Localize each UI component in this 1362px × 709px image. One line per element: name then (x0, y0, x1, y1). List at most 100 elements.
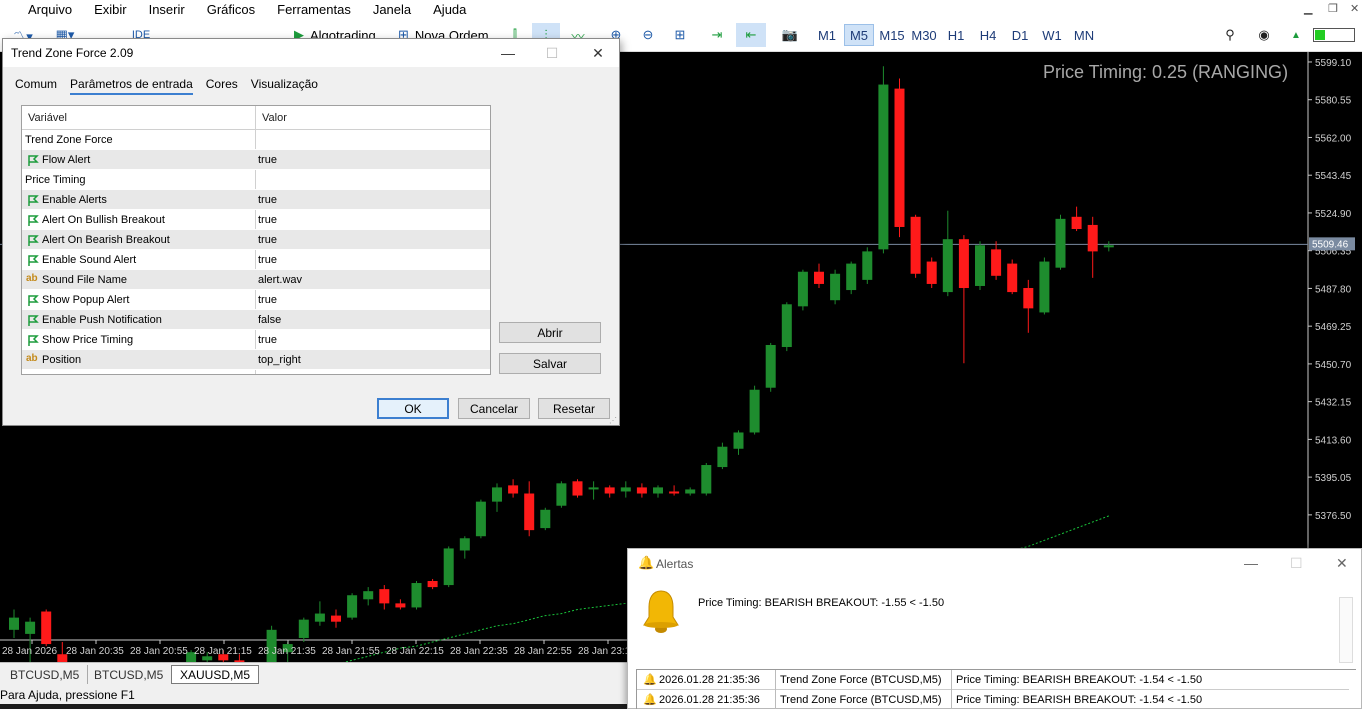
open-button[interactable]: Abrir (499, 322, 601, 343)
parameter-name: Flow Alert (42, 154, 91, 166)
timeframe-mn[interactable]: MN (1069, 24, 1099, 46)
menu-arquivo[interactable]: Arquivo (0, 0, 83, 19)
boolean-param-icon (26, 233, 40, 247)
current-price-label: 5509.46 (1312, 239, 1349, 250)
column-divider (775, 670, 776, 690)
candle-body (9, 617, 19, 630)
large-bell-icon (640, 587, 682, 637)
alert-message: Price Timing: BEARISH BREAKOUT: -1.54 < … (956, 674, 1203, 686)
resize-grip-icon[interactable]: ⋰ (609, 416, 617, 425)
alerts-minimize-icon[interactable]: — (1244, 555, 1258, 571)
search-icon[interactable]: ⚲ (1218, 23, 1242, 47)
chart-tab-btcusd-1[interactable]: BTCUSD,M5 (2, 665, 89, 684)
boolean-param-icon (26, 313, 40, 327)
parameter-value[interactable]: true (258, 214, 277, 226)
parameter-row[interactable]: ab Position top_right (22, 350, 490, 370)
parameter-row[interactable]: Enable Sound Alert true (22, 250, 490, 270)
account-icon[interactable]: ◉ (1252, 23, 1276, 47)
candle-body (894, 88, 905, 227)
column-divider (951, 670, 952, 690)
save-button[interactable]: Salvar (499, 353, 601, 374)
reset-button[interactable]: Resetar (538, 398, 610, 419)
boolean-param-icon (26, 293, 40, 307)
menu-graficos[interactable]: Gráficos (196, 0, 266, 19)
candle-body (411, 583, 422, 608)
chart-shift-icon[interactable]: ⇤ (736, 23, 766, 47)
parameter-value[interactable]: true (258, 234, 277, 246)
menu-ajuda[interactable]: Ajuda (422, 0, 477, 19)
close-icon[interactable]: ✕ (1350, 2, 1359, 15)
timeframe-m30[interactable]: M30 (908, 24, 940, 46)
menu-ferramentas[interactable]: Ferramentas (266, 0, 362, 19)
alert-message: Price Timing: BEARISH BREAKOUT: -1.55 < … (698, 597, 945, 609)
parameter-value[interactable]: true (258, 334, 277, 346)
candle-body (1103, 245, 1114, 248)
alerts-window: 🔔 Alertas — ☐ ✕ Price Timing: BEARISH BR… (627, 548, 1362, 709)
chart-tab-btcusd-2[interactable]: BTCUSD,M5 (86, 665, 173, 684)
parameter-row[interactable]: Enable Alerts true (22, 190, 490, 210)
parameter-value[interactable]: true (258, 154, 277, 166)
column-divider (775, 690, 776, 709)
timeframe-h1[interactable]: H1 (942, 24, 970, 46)
parameter-row[interactable]: Enable Push Notification false (22, 310, 490, 330)
parameter-row[interactable]: Alert On Bearish Breakout true (22, 230, 490, 250)
time-tick-label: 28 Jan 22:55 (514, 646, 572, 657)
tab-parametros[interactable]: Parâmetros de entrada (70, 77, 193, 95)
price-tick-label: 5524.90 (1315, 209, 1352, 220)
parameter-name: Enable Alerts (42, 194, 107, 206)
bell-icon: 🔔 (638, 555, 655, 570)
parameter-value[interactable]: true (258, 294, 277, 306)
candle-body (475, 501, 486, 537)
tab-visualizacao[interactable]: Visualização (251, 77, 318, 95)
timeframe-m5[interactable]: M5 (844, 24, 874, 46)
parameter-row[interactable]: Alert On Bullish Breakout true (22, 210, 490, 230)
autoscroll-icon[interactable]: ⇥ (704, 23, 730, 47)
candle-body (749, 389, 760, 433)
menu-inserir[interactable]: Inserir (138, 0, 196, 19)
column-header-variable[interactable]: Variável (28, 112, 67, 124)
minimize-icon[interactable]: ▁ (1304, 2, 1312, 15)
time-tick-label: 28 Jan 2026 (2, 646, 57, 657)
parameter-value[interactable]: true (258, 194, 277, 206)
tile-windows-icon[interactable]: ⊞ (668, 23, 692, 47)
menu-janela[interactable]: Janela (362, 0, 422, 19)
dialog-close-icon[interactable]: ✕ (583, 43, 613, 63)
candle-body (1007, 263, 1018, 293)
timeframe-w1[interactable]: W1 (1037, 24, 1067, 46)
menu-exibir[interactable]: Exibir (83, 0, 138, 19)
parameter-value[interactable]: false (258, 314, 281, 326)
price-tick-label: 5487.80 (1315, 284, 1352, 295)
dialog-tabs: Comum Parâmetros de entrada Cores Visual… (15, 77, 331, 95)
column-header-value[interactable]: Valor (262, 112, 287, 124)
parameter-row[interactable]: Show Price Timing true (22, 330, 490, 350)
tab-cores[interactable]: Cores (206, 77, 238, 95)
parameter-row[interactable]: ab Sound File Name alert.wav (22, 270, 490, 290)
screenshot-icon[interactable]: 📷 (778, 23, 802, 47)
dialog-titlebar[interactable]: Trend Zone Force 2.09 — ☐ ✕ (3, 39, 619, 67)
ok-button[interactable]: OK (377, 398, 449, 419)
alert-message-scrollbar[interactable] (1339, 597, 1353, 663)
alerts-close-icon[interactable]: ✕ (1336, 555, 1348, 572)
timeframe-m1[interactable]: M1 (813, 24, 841, 46)
chart-tab-xauusd[interactable]: XAUUSD,M5 (171, 665, 260, 684)
parameter-row[interactable]: Flow Alert true (22, 150, 490, 170)
parameter-row[interactable]: Show Popup Alert true (22, 290, 490, 310)
timeframe-h4[interactable]: H4 (974, 24, 1002, 46)
timeframe-m15[interactable]: M15 (876, 24, 908, 46)
parameter-value[interactable]: alert.wav (258, 274, 302, 286)
candle-body (492, 487, 502, 502)
alert-list-row[interactable]: 🔔 2026.01.28 21:35:36 Trend Zone Force (BT… (637, 670, 1349, 690)
restore-icon[interactable]: ❐ (1328, 2, 1338, 15)
timeframe-d1[interactable]: D1 (1006, 24, 1034, 46)
cancel-button[interactable]: Cancelar (458, 398, 530, 419)
tab-comum[interactable]: Comum (15, 77, 57, 95)
price-tick-label: 5395.05 (1315, 473, 1352, 484)
dialog-minimize-icon[interactable]: — (493, 43, 523, 63)
parameter-value[interactable]: top_right (258, 354, 301, 366)
zoom-out-icon[interactable]: ⊖ (636, 23, 660, 47)
dialog-title: Trend Zone Force 2.09 (11, 46, 134, 60)
parameter-value[interactable]: true (258, 254, 277, 266)
candle-body (347, 595, 358, 618)
time-tick-label: 28 Jan 20:55 (130, 646, 188, 657)
alert-list-row[interactable]: 🔔 2026.01.28 21:35:36 Trend Zone Force (BT… (637, 690, 1349, 709)
